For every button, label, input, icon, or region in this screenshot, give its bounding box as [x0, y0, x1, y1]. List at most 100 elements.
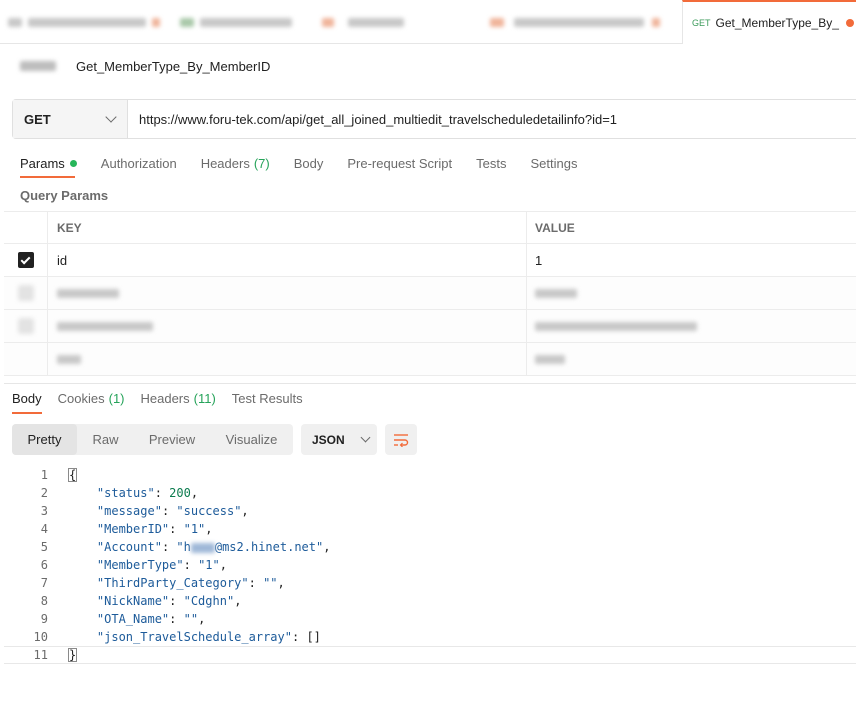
- method-dropdown[interactable]: GET: [13, 100, 128, 138]
- header-check-cell: [4, 212, 48, 244]
- response-tabs: Body Cookies (1) Headers (11) Test Resul…: [12, 391, 319, 406]
- pretty-button[interactable]: Pretty: [12, 424, 77, 455]
- checkbox-blurred[interactable]: [17, 285, 34, 301]
- table-header-row: KEY VALUE: [4, 211, 856, 244]
- breadcrumb: Get_MemberType_By_MemberID: [20, 57, 270, 75]
- json-value: "success": [176, 504, 242, 518]
- visualize-button[interactable]: Visualize: [210, 424, 293, 455]
- blurred-text: [535, 321, 697, 331]
- tab-tests[interactable]: Tests: [476, 156, 506, 171]
- tab-label: Pre-request Script: [347, 155, 453, 171]
- tab-count: (7): [253, 155, 270, 171]
- method-label-blurred: [322, 17, 334, 27]
- code-line: 7 "ThirdParty_Category": "",: [4, 574, 856, 592]
- param-value-cell[interactable]: [527, 277, 856, 309]
- row-check-cell: [4, 343, 48, 375]
- code-line: 6 "MemberType": "1",: [4, 556, 856, 574]
- blurred-text: [535, 354, 565, 364]
- collection-name-blurred[interactable]: [20, 61, 56, 71]
- row-check-cell: [4, 277, 48, 309]
- tab-response-body[interactable]: Body: [12, 391, 42, 406]
- table-row-blurred: [4, 277, 856, 310]
- json-key: "MemberID": [96, 522, 170, 536]
- param-value-cell[interactable]: [527, 343, 856, 375]
- language-dropdown[interactable]: JSON: [301, 424, 377, 455]
- param-key-cell[interactable]: id: [48, 244, 527, 276]
- request-tab[interactable]: [490, 0, 670, 44]
- tab-authorization[interactable]: Authorization: [101, 156, 177, 171]
- wrap-lines-button[interactable]: [385, 424, 417, 455]
- unsaved-dot: [152, 17, 160, 27]
- url-input[interactable]: https://www.foru-tek.com/api/get_all_joi…: [128, 100, 856, 138]
- tab-label: Headers: [140, 391, 190, 406]
- tab-test-results[interactable]: Test Results: [232, 391, 303, 406]
- table-row-blurred: [4, 310, 856, 343]
- json-key: "NickName": [96, 594, 170, 608]
- tab-label: Body: [293, 155, 324, 171]
- code-text: {: [68, 468, 78, 482]
- line-number: 1: [40, 468, 48, 482]
- tab-settings[interactable]: Settings: [530, 156, 577, 171]
- blurred-text: [535, 288, 577, 298]
- param-value-cell[interactable]: 1: [527, 244, 856, 276]
- value-column-header: VALUE: [535, 221, 575, 235]
- param-key-cell[interactable]: [48, 277, 527, 309]
- json-value: "": [183, 612, 199, 626]
- request-tab[interactable]: [8, 0, 168, 44]
- tab-params[interactable]: Params: [20, 156, 77, 171]
- tab-title: Get_MemberType_By_: [715, 16, 839, 30]
- tab-headers[interactable]: Headers (7): [201, 156, 270, 171]
- redacted-text: [190, 542, 215, 553]
- url-bar: GET https://www.foru-tek.com/api/get_all…: [12, 99, 856, 139]
- code-line: 5 "Account": "h @ms2.hinet.net",: [4, 538, 856, 556]
- json-value: 200: [169, 486, 191, 500]
- checkbox-blurred[interactable]: [17, 318, 34, 334]
- param-key-cell[interactable]: [48, 343, 527, 375]
- json-key: "Account": [96, 540, 162, 554]
- param-enabled-checkbox[interactable]: [17, 252, 34, 268]
- code-text: "OTA_Name": "",: [96, 612, 206, 626]
- tab-cookies[interactable]: Cookies (1): [58, 391, 125, 406]
- tab-body[interactable]: Body: [294, 156, 324, 171]
- unsaved-dot: [652, 17, 660, 27]
- params-active-dot: [69, 159, 77, 167]
- response-body-viewer[interactable]: 1{2 "status": 200, 3 "message": "success"…: [4, 466, 856, 664]
- tab-title-blurred: [348, 17, 404, 27]
- active-tab-indicator: [12, 412, 42, 414]
- code-line: 9 "OTA_Name": "",: [4, 610, 856, 628]
- request-tab[interactable]: [322, 0, 422, 44]
- brace: {: [68, 468, 78, 482]
- code-text: "NickName": "Cdghn",: [96, 594, 242, 608]
- tab-label: Settings: [530, 155, 578, 171]
- request-tab-active[interactable]: GET Get_MemberType_By_: [682, 0, 856, 44]
- tab-response-headers[interactable]: Headers (11): [141, 391, 216, 406]
- tab-title-blurred: [514, 17, 644, 27]
- line-number: 2: [40, 486, 48, 500]
- json-value: "h: [176, 540, 191, 554]
- code-line: 2 "status": 200,: [4, 484, 856, 502]
- line-number: 4: [40, 522, 48, 536]
- method-label-blurred: [8, 17, 22, 27]
- tab-pre-request-script[interactable]: Pre-request Script: [347, 156, 452, 171]
- chevron-down-icon: [105, 111, 117, 123]
- chevron-down-icon: [360, 432, 371, 443]
- preview-button[interactable]: Preview: [134, 424, 210, 455]
- raw-button[interactable]: Raw: [77, 424, 134, 455]
- tab-title-blurred: [200, 17, 292, 27]
- tab-label: Authorization: [100, 155, 177, 171]
- line-number: 5: [40, 540, 48, 554]
- json-key: "OTA_Name": [96, 612, 170, 626]
- tab-label: Headers: [200, 155, 250, 171]
- request-tab[interactable]: [180, 0, 300, 44]
- json-value: @ms2.hinet.net": [214, 540, 324, 554]
- param-value-cell[interactable]: [527, 310, 856, 342]
- json-key: "json_TravelSchedule_array": [96, 630, 292, 644]
- method-label-blurred: [180, 17, 194, 27]
- code-line: 10 "json_TravelSchedule_array": []: [4, 628, 856, 646]
- code-text: "message": "success",: [96, 504, 249, 518]
- request-name[interactable]: Get_MemberType_By_MemberID: [76, 59, 270, 74]
- param-key-cell[interactable]: [48, 310, 527, 342]
- code-text: "MemberType": "1",: [96, 558, 227, 572]
- line-number: 11: [33, 648, 48, 662]
- tab-label: Test Results: [231, 391, 303, 406]
